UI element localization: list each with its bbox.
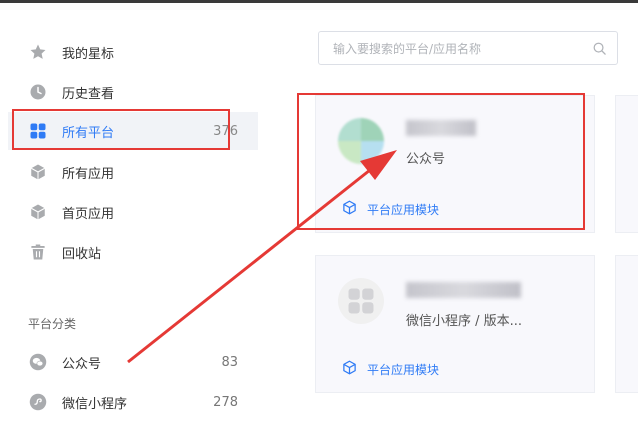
grid-icon — [28, 121, 48, 141]
category-item-mini-program[interactable]: 微信小程序 278 — [8, 383, 258, 421]
category-group-title: 平台分类 — [28, 317, 77, 331]
sidebar-item-label: 所有平台 — [62, 125, 115, 141]
category-item-official-account[interactable]: 公众号 83 — [8, 343, 258, 381]
platform-avatar — [338, 118, 384, 164]
module-label: 平台应用模块 — [367, 202, 440, 217]
sidebar-item-label: 我的星标 — [62, 46, 115, 62]
cube-outline-icon — [342, 200, 357, 218]
cube-icon — [28, 202, 48, 222]
sidebar-item-history[interactable]: 历史查看 — [8, 73, 258, 111]
search-icon[interactable] — [592, 41, 607, 60]
sidebar-item-label: 回收站 — [62, 246, 102, 262]
sidebar: 我的星标 历史查看 所有平台 376 所有应用 首页应用 回收站 平台分类 公众… — [0, 3, 265, 412]
trash-icon — [28, 242, 48, 262]
cube-icon — [28, 162, 48, 182]
item-count: 83 — [221, 354, 238, 370]
grid-placeholder-icon — [348, 288, 374, 314]
item-count: 376 — [213, 123, 238, 139]
mini-program-icon — [28, 392, 48, 412]
wechat-icon — [28, 352, 48, 372]
clock-icon — [28, 82, 48, 102]
blurred-platform-name — [406, 282, 521, 298]
sidebar-item-label: 历史查看 — [62, 86, 115, 102]
platform-card[interactable]: 微信小程序 / 版本... 平台应用模块 — [315, 255, 595, 393]
platform-avatar — [338, 278, 384, 324]
item-count: 278 — [213, 394, 238, 410]
sidebar-item-recycle-bin[interactable]: 回收站 — [8, 233, 258, 271]
search-box — [318, 31, 618, 66]
platform-module-link[interactable]: 平台应用模块 — [342, 200, 439, 218]
star-icon — [28, 42, 48, 62]
sidebar-item-all-apps[interactable]: 所有应用 — [8, 153, 258, 191]
category-item-label: 微信小程序 — [62, 396, 128, 412]
category-item-label: 公众号 — [62, 356, 102, 372]
sidebar-item-all-platforms[interactable]: 所有平台 376 — [8, 112, 258, 150]
platform-category: 公众号 — [406, 152, 446, 167]
sidebar-item-label: 首页应用 — [62, 206, 115, 222]
blurred-platform-name — [406, 120, 476, 136]
sidebar-item-starred[interactable]: 我的星标 — [8, 33, 258, 71]
sidebar-item-label: 所有应用 — [62, 166, 115, 182]
platform-card-partial[interactable] — [615, 95, 638, 233]
platform-card[interactable]: 公众号 平台应用模块 — [315, 95, 595, 233]
platform-module-link[interactable]: 平台应用模块 — [342, 360, 439, 378]
platform-card-partial[interactable] — [615, 255, 638, 393]
cube-outline-icon — [342, 360, 357, 378]
search-input[interactable] — [319, 32, 585, 66]
module-label: 平台应用模块 — [367, 362, 440, 377]
platform-category: 微信小程序 / 版本... — [406, 314, 523, 329]
sidebar-item-home-apps[interactable]: 首页应用 — [8, 193, 258, 231]
